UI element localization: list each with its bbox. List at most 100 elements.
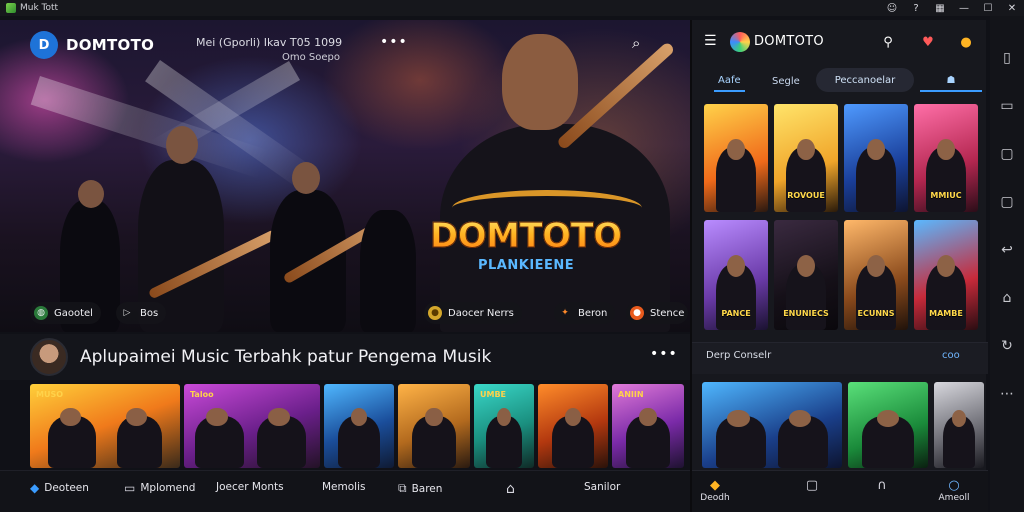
nav-item-memolis[interactable]: Memolis bbox=[322, 481, 365, 493]
chip-fire[interactable]: ✦ Beron bbox=[554, 302, 616, 324]
nav-item-monts[interactable]: Joecer Monts bbox=[216, 481, 284, 493]
artist-head bbox=[639, 407, 657, 426]
close-icon[interactable]: ✕ bbox=[1000, 0, 1024, 16]
hero-banner[interactable]: D DOMTOTO Mei (Gporli) Ikav T05 1099 Omo… bbox=[0, 20, 690, 332]
nav-item-home[interactable]: ◆ Deoteen bbox=[30, 481, 89, 495]
nav-item-deodh[interactable]: ◆ Deodh bbox=[698, 479, 732, 504]
more-options-icon[interactable]: ••• bbox=[380, 34, 408, 50]
album-card[interactable]: Taloo bbox=[184, 384, 320, 468]
nav-item-monitor[interactable]: ▭ Mplomend bbox=[124, 481, 195, 495]
chip-globe[interactable]: ◍ Gaootel bbox=[30, 302, 101, 324]
album-card-tag: MUSO bbox=[36, 390, 64, 399]
bookmark-icon: ▢ bbox=[805, 478, 819, 493]
right-bottom-navigation: ◆ Deodh ▢ ∩ ○ Ameoll bbox=[692, 470, 988, 512]
home-icon[interactable]: ⌂ bbox=[990, 274, 1024, 322]
more-icon[interactable]: ⋯ bbox=[990, 370, 1024, 418]
album-card-tag: UMBE bbox=[480, 390, 507, 399]
nav-item-library[interactable]: ⧉ Baren bbox=[398, 481, 442, 496]
maximize-icon[interactable]: ☐ bbox=[976, 0, 1000, 16]
chip-label: Beron bbox=[578, 307, 608, 319]
artist-tile[interactable] bbox=[844, 104, 908, 212]
layout-icon[interactable]: ▦ bbox=[928, 0, 952, 16]
more-options-icon[interactable]: ••• bbox=[650, 346, 678, 362]
nav-label: Deoteen bbox=[44, 482, 89, 494]
menu-icon[interactable]: ☰ bbox=[704, 33, 717, 49]
artist-head bbox=[268, 407, 291, 426]
play-icon: ▷ bbox=[123, 308, 131, 318]
search-icon[interactable]: ⌕ bbox=[632, 34, 652, 54]
system-sidebar: ▯ ▭ ▢ ▢ ↩ ⌂ ↻ ⋯ bbox=[990, 16, 1024, 512]
artist-head bbox=[788, 409, 812, 427]
artist-tile[interactable] bbox=[848, 382, 928, 468]
back-icon[interactable]: ↩ bbox=[990, 226, 1024, 274]
nav-label: Memolis bbox=[322, 481, 366, 493]
headphones-icon: ∩ bbox=[877, 478, 887, 493]
artist-tile[interactable]: ROVOUE bbox=[774, 104, 838, 212]
artist-tile[interactable] bbox=[704, 104, 768, 212]
album-card[interactable] bbox=[538, 384, 608, 468]
brand-name: DOMTOTO bbox=[754, 34, 824, 49]
artist-tile[interactable]: MMIUC bbox=[914, 104, 978, 212]
artist-tile[interactable] bbox=[934, 382, 984, 468]
artist-head bbox=[727, 409, 750, 427]
artist-head bbox=[797, 138, 815, 161]
album-card-tag: Taloo bbox=[190, 390, 214, 399]
coin-icon: ● bbox=[428, 306, 442, 320]
monitor-icon: ▭ bbox=[124, 481, 136, 495]
album-card[interactable] bbox=[398, 384, 470, 468]
brand-logo[interactable] bbox=[730, 32, 750, 52]
search-user-icon[interactable]: ⚲ bbox=[878, 32, 898, 52]
artist-tile[interactable]: PANCE bbox=[704, 220, 768, 330]
tab-segle[interactable]: Segle bbox=[768, 70, 804, 92]
minimize-icon[interactable]: — bbox=[952, 0, 976, 16]
avatar[interactable]: ● bbox=[956, 32, 976, 52]
tab-recommended[interactable]: Peccanoelar bbox=[816, 68, 914, 92]
chip-play[interactable]: ▷ Bos bbox=[116, 302, 167, 324]
tab-profile[interactable]: ☗ bbox=[920, 70, 982, 92]
profile-icon[interactable]: ☺ bbox=[880, 0, 904, 16]
nav-item-bookmark[interactable]: ▢ bbox=[802, 479, 822, 493]
right-section-more[interactable]: coo bbox=[942, 350, 960, 361]
nav-item-headphones[interactable]: ∩ bbox=[872, 479, 892, 493]
band-member-head bbox=[78, 180, 104, 208]
profile-icon: ☗ bbox=[946, 74, 956, 86]
chip-label: Daocer Nerrs bbox=[448, 307, 514, 319]
panel-icon[interactable]: ▯ bbox=[990, 34, 1024, 82]
brand-logo[interactable]: D bbox=[30, 31, 58, 59]
window-icon[interactable]: ▭ bbox=[990, 82, 1024, 130]
hero-logo-subtitle: PLANKIEENE bbox=[478, 258, 575, 273]
chip-coin[interactable]: ● Daocer Nerrs bbox=[424, 302, 522, 324]
tile-caption: ENUNIECS bbox=[783, 309, 829, 318]
avatar[interactable] bbox=[30, 338, 68, 376]
chip-label: Bos bbox=[140, 307, 159, 319]
tab-aafe[interactable]: Aafe bbox=[714, 70, 745, 92]
square-icon[interactable]: ▢ bbox=[990, 178, 1024, 226]
album-card[interactable]: ANIIN bbox=[612, 384, 684, 468]
artist-head bbox=[937, 138, 955, 161]
artist-tile[interactable]: ECUNNS bbox=[844, 220, 908, 330]
album-card[interactable]: MUSO bbox=[30, 384, 180, 468]
album-card[interactable]: UMBE bbox=[474, 384, 534, 468]
nav-label: Deodh bbox=[700, 493, 730, 503]
artist-head bbox=[60, 407, 81, 426]
artist-head bbox=[937, 255, 955, 278]
tile-caption: MAMBE bbox=[929, 309, 963, 318]
rotate-icon[interactable]: ↻ bbox=[990, 322, 1024, 370]
chip-flame[interactable]: ● Stence bbox=[626, 302, 689, 324]
nav-item-sanilor[interactable]: Sanilor bbox=[584, 481, 620, 493]
help-icon[interactable]: ? bbox=[904, 0, 928, 16]
artist-tile[interactable]: ENUNIECS bbox=[774, 220, 838, 330]
profile-icon: ○ bbox=[948, 478, 960, 493]
artist-tile[interactable] bbox=[702, 382, 842, 468]
brand-name: DOMTOTO bbox=[66, 36, 155, 54]
chip-label: Gaootel bbox=[54, 307, 93, 319]
nav-label: Sanilor bbox=[584, 481, 621, 493]
nav-item-house[interactable]: ⌂ bbox=[506, 481, 515, 497]
artist-tile[interactable]: MAMBE bbox=[914, 220, 978, 330]
recent-apps-icon[interactable]: ▢ bbox=[990, 130, 1024, 178]
nav-item-ameoll[interactable]: ○ Ameoll bbox=[936, 478, 972, 504]
band-member-head bbox=[166, 126, 198, 164]
notification-icon[interactable]: ♥ bbox=[918, 32, 938, 52]
album-card[interactable] bbox=[324, 384, 394, 468]
library-icon: ⧉ bbox=[398, 481, 407, 495]
